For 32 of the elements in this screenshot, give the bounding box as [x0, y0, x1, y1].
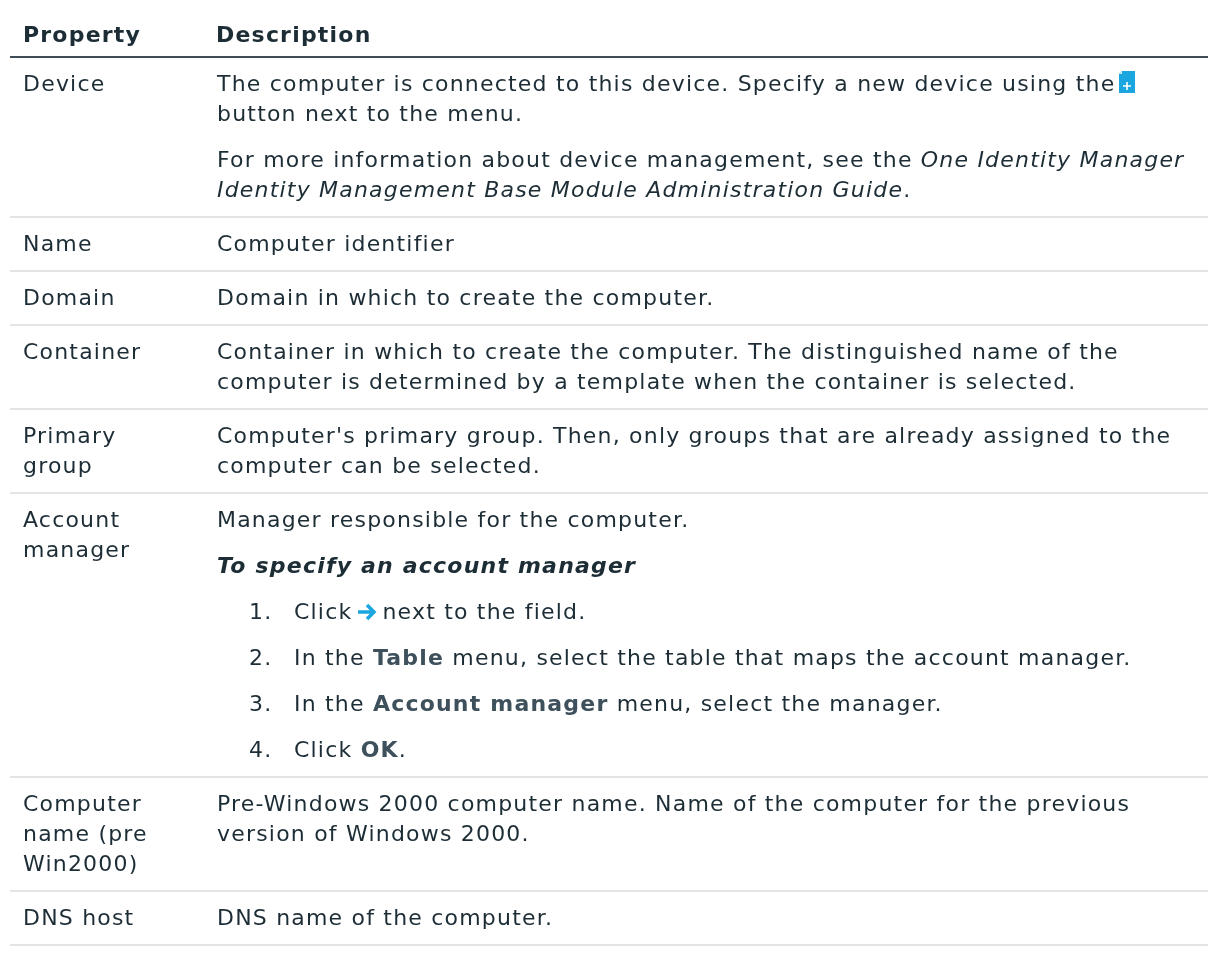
description-text: Click OK.	[294, 737, 407, 762]
property-name: Account manager	[23, 507, 131, 562]
description-text: For more information about device management, see the One Identity Manager Identity Management Base Module Administration Guide.	[217, 147, 1185, 202]
description-text: Click	[294, 599, 353, 624]
step-number: 1.	[249, 598, 274, 626]
property-name: Domain	[23, 285, 116, 310]
description-text: Pre-Windows 2000 computer name. Name of the computer for the previous version of Windows 2000.	[217, 791, 1131, 846]
step-number: 4.	[249, 736, 274, 764]
description-text: DNS name of the computer.	[217, 905, 554, 930]
description-text: In the Account manager menu, select the manager.	[294, 691, 943, 716]
description-text: Computer identifier	[217, 231, 455, 256]
description-text: The computer is connected to this device. Specify a new device using the	[217, 71, 1116, 96]
description-text: button next to the menu.	[217, 101, 524, 126]
property-name: Device	[23, 71, 106, 96]
property-name: DNS host	[23, 905, 135, 930]
procedure-heading: To specify an account manager	[217, 553, 637, 578]
description-text: next to the field.	[382, 599, 587, 624]
property-name: Container	[23, 339, 142, 364]
description-text: Manager responsible for the computer.	[217, 507, 690, 532]
property-name: Computer name (pre Win2000)	[23, 791, 148, 876]
column-header: Description	[203, 0, 1208, 57]
description-text: In the Table menu, select the table that maps the account manager.	[294, 645, 1132, 670]
description-text: Domain in which to create the computer.	[217, 285, 715, 310]
description-text: Computer's primary group. Then, only groups that are already assigned to the computer can be selected.	[217, 423, 1172, 478]
property-name: Name	[23, 231, 93, 256]
arrow-right-icon	[356, 603, 379, 621]
step-number: 2.	[249, 644, 274, 672]
column-header: Property	[10, 0, 203, 57]
property-name: Primary group	[23, 423, 117, 478]
description-text: Container in which to create the computer. The distinguished name of the computer is determined by a template when the container is selected.	[217, 339, 1119, 394]
add-document-icon	[1119, 71, 1136, 93]
step-number: 3.	[249, 690, 274, 718]
